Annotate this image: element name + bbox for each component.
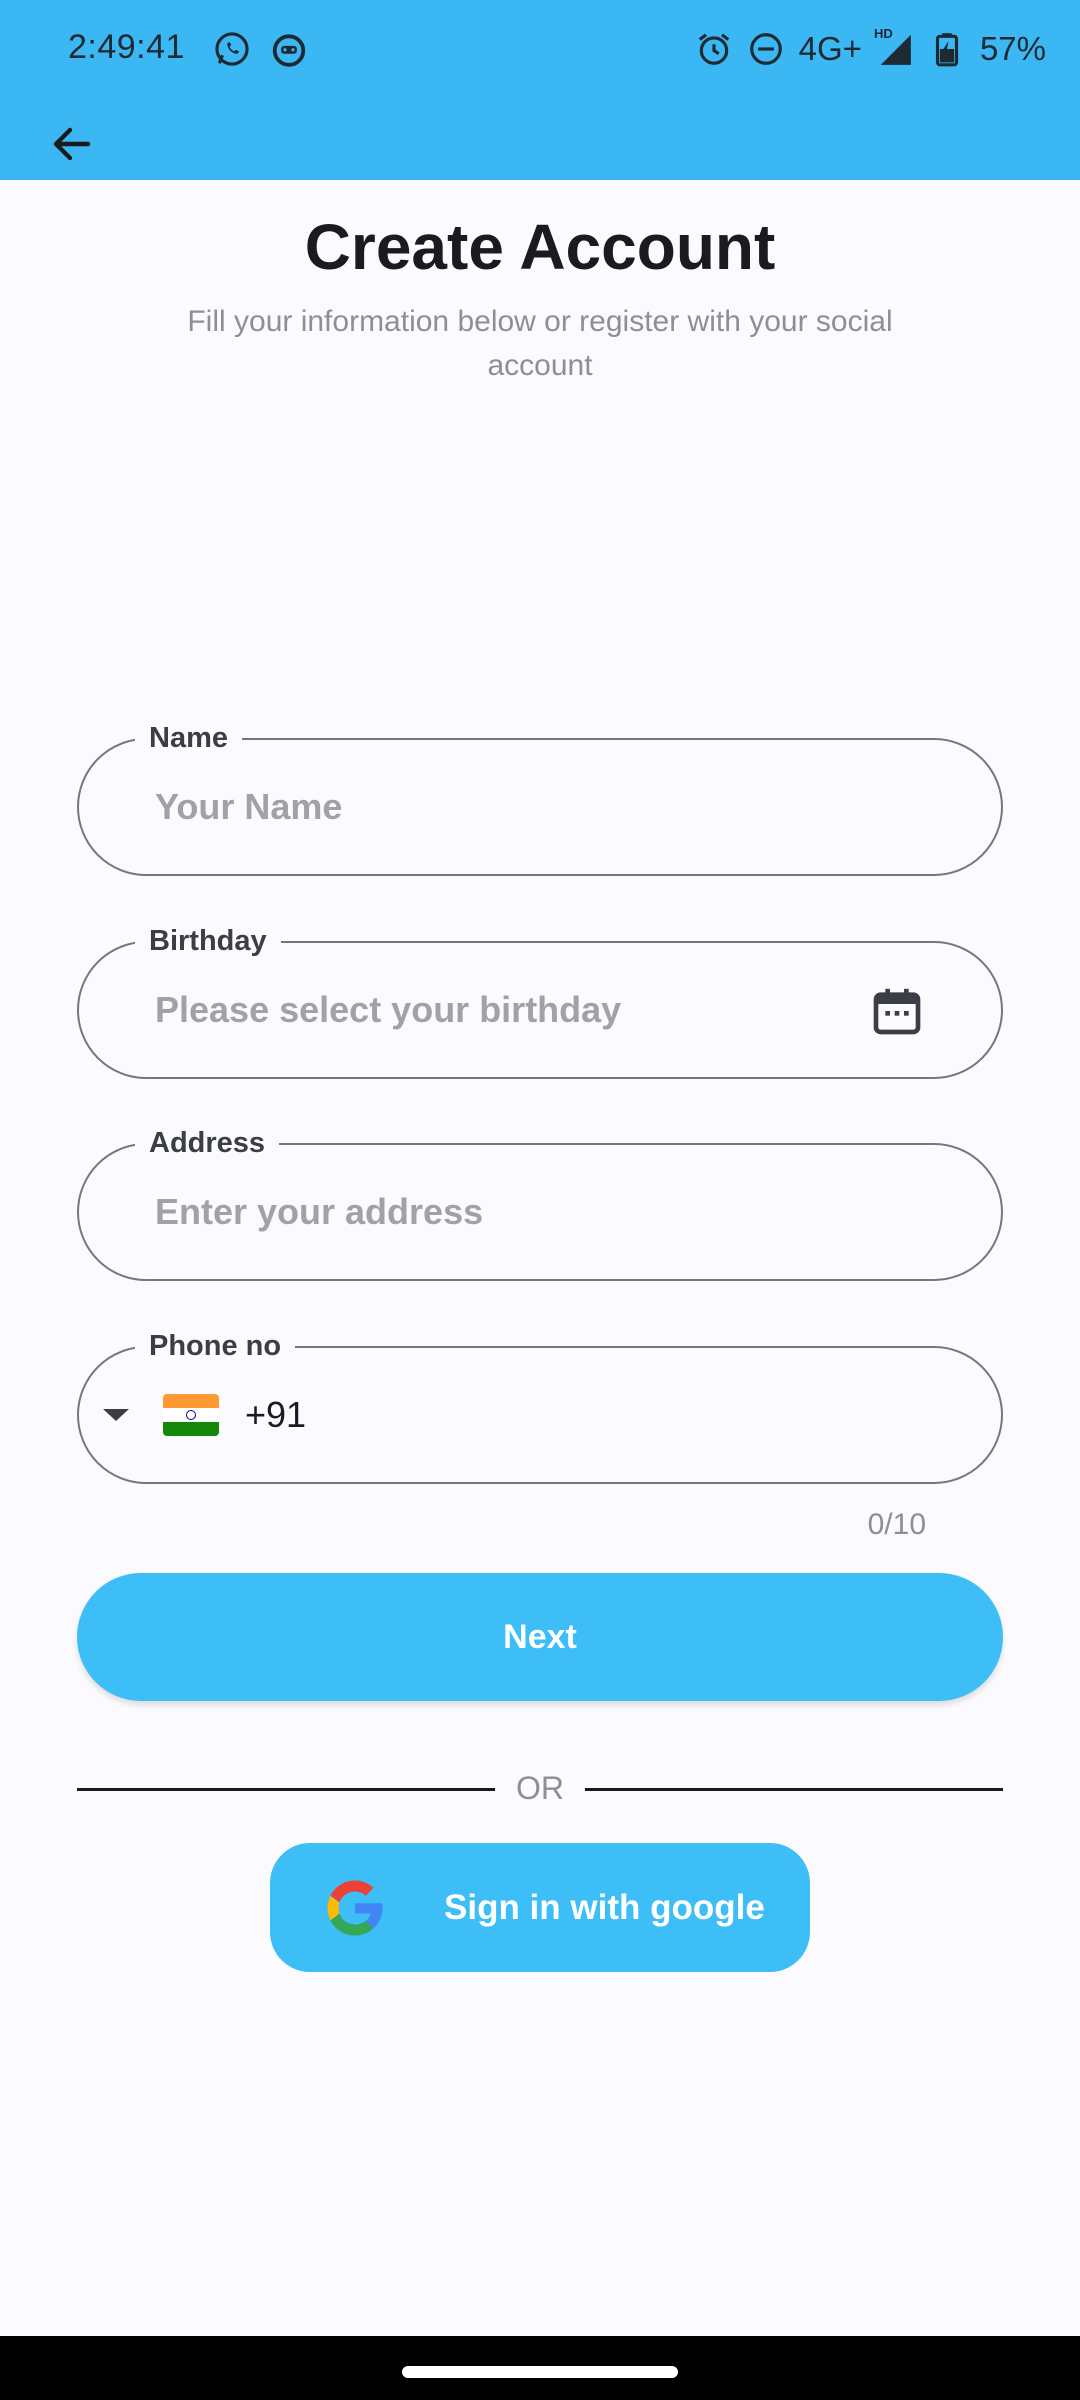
name-field[interactable]: Name Your Name — [77, 716, 1003, 876]
phone-input-row[interactable]: +91 — [103, 1348, 306, 1482]
network-hd-label: HD — [873, 26, 893, 41]
status-bar: 2:49:41 4G+ HD 57% — [0, 0, 1080, 96]
status-time: 2:49:41 — [68, 28, 185, 66]
do-not-disturb-icon — [747, 30, 785, 68]
address-field[interactable]: Address Enter your address — [77, 1121, 1003, 1281]
page-title: Create Account — [304, 211, 776, 283]
phone-character-counter: 0/10 — [867, 1508, 926, 1541]
network-type: 4G+ — [798, 30, 862, 67]
name-input[interactable]: Your Name — [155, 740, 342, 874]
app-bar — [0, 96, 1080, 180]
signal-icon: HD — [874, 26, 914, 68]
address-input[interactable]: Enter your address — [155, 1145, 483, 1279]
calendar-icon[interactable] — [869, 983, 925, 1039]
india-flag-icon[interactable] — [163, 1394, 219, 1436]
birthday-field[interactable]: Birthday Please select your birthday — [77, 919, 1003, 1079]
page-subtitle: Fill your information below or register … — [187, 305, 893, 382]
birthday-input[interactable]: Please select your birthday — [155, 943, 621, 1077]
google-logo-icon — [322, 1875, 388, 1941]
phone-field[interactable]: Phone no +91 — [77, 1324, 1003, 1484]
divider-left — [77, 1788, 495, 1791]
country-code: +91 — [245, 1394, 307, 1435]
home-gesture-handle[interactable] — [402, 2366, 678, 2378]
google-sign-in-label: Sign in with google — [444, 1887, 765, 1927]
back-button[interactable] — [40, 112, 104, 176]
country-dropdown-icon[interactable] — [103, 1409, 129, 1421]
battery-charging-icon — [928, 30, 966, 68]
notification-app-icon — [270, 30, 308, 68]
status-right-group: 4G+ HD 57% — [695, 24, 1046, 74]
whatsapp-icon — [213, 30, 251, 68]
or-divider-label: OR — [516, 1770, 564, 1806]
battery-level: 57% — [979, 30, 1046, 67]
arrow-left-icon — [53, 127, 91, 161]
next-button[interactable]: Next — [77, 1573, 1003, 1701]
google-sign-in-button[interactable]: Sign in with google — [270, 1843, 810, 1972]
alarm-icon — [695, 30, 733, 68]
divider-right — [585, 1788, 1003, 1791]
